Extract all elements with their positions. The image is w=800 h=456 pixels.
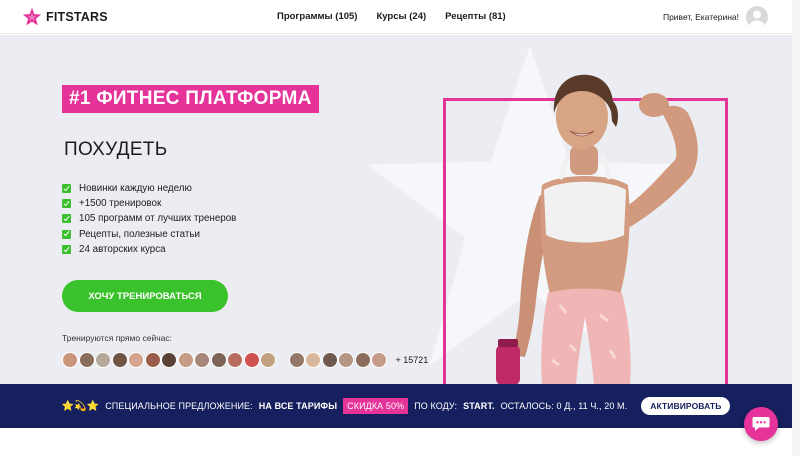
site-header: FITSTARS Программы (105) Курсы (24) Реце… xyxy=(0,0,800,34)
avatar xyxy=(161,352,177,368)
avatar xyxy=(144,352,161,368)
hero-badge: #1 ФИТНЕС ПЛАТФОРМА xyxy=(62,85,319,113)
promo-text-prefix: СПЕЦИАЛЬНОЕ ПРЕДЛОЖЕНИЕ: xyxy=(105,401,253,411)
avatar xyxy=(321,352,338,368)
user-silhouette-icon xyxy=(749,10,765,28)
user-avatar[interactable] xyxy=(746,6,768,28)
chat-bubble-icon xyxy=(752,417,770,431)
avatar xyxy=(177,352,194,368)
check-icon xyxy=(62,199,71,209)
scrollbar[interactable] xyxy=(792,0,800,456)
start-training-button[interactable]: ХОЧУ ТРЕНИРОВАТЬСЯ xyxy=(62,280,228,312)
nav-courses[interactable]: Курсы (24) xyxy=(376,11,426,22)
nav-programs[interactable]: Программы (105) xyxy=(277,11,357,22)
avatar-group xyxy=(288,352,388,368)
star-logo-icon xyxy=(22,7,42,26)
nav-recipes[interactable]: Рецепты (81) xyxy=(445,11,506,22)
check-icon xyxy=(62,244,71,254)
check-icon xyxy=(62,184,71,194)
logo-text: FITSTARS xyxy=(46,10,108,24)
avatar xyxy=(194,352,210,368)
avatar xyxy=(210,352,227,368)
promo-banner: ⭐💫⭐ СПЕЦИАЛЬНОЕ ПРЕДЛОЖЕНИЕ: НА ВСЕ ТАРИ… xyxy=(0,384,792,428)
promo-code: START. xyxy=(463,401,495,411)
feature-item: +1500 тренировок xyxy=(62,196,236,211)
hero-section: #1 ФИТНЕС ПЛАТФОРМА ПОХУДЕТЬ Новинки каж… xyxy=(0,35,792,384)
avatar xyxy=(305,352,321,368)
activate-button[interactable]: АКТИВИРОВАТЬ xyxy=(641,397,731,415)
avatar xyxy=(128,352,144,368)
avatar xyxy=(111,352,128,368)
feature-text: +1500 тренировок xyxy=(79,198,162,210)
feature-item: Новинки каждую неделю xyxy=(62,181,236,196)
avatar xyxy=(95,352,111,368)
feature-text: 24 авторских курса xyxy=(79,243,166,255)
avatar xyxy=(288,352,305,368)
avatar xyxy=(260,352,276,368)
training-now-label: Тренируются прямо сейчас: xyxy=(62,333,172,343)
user-greeting[interactable]: Привет, Екатерина! xyxy=(663,12,739,22)
feature-text: Новинки каждую неделю xyxy=(79,183,192,195)
fitness-model-image xyxy=(496,74,698,384)
main-nav: Программы (105) Курсы (24) Рецепты (81) xyxy=(277,11,506,22)
feature-item: 24 авторских курса xyxy=(62,242,236,257)
check-icon xyxy=(62,229,71,239)
chat-button[interactable] xyxy=(744,407,778,441)
logo[interactable]: FITSTARS xyxy=(22,7,108,27)
promo-code-prefix: ПО КОДУ: xyxy=(414,401,458,411)
avatar xyxy=(338,352,354,368)
feature-item: Рецепты, полезные статьи xyxy=(62,227,236,242)
feature-item: 105 программ от лучших тренеров xyxy=(62,211,236,226)
feature-list: Новинки каждую неделю +1500 тренировок 1… xyxy=(62,181,236,257)
avatar xyxy=(78,352,95,368)
discount-badge: СКИДКА 50% xyxy=(343,398,409,414)
check-icon xyxy=(62,214,71,224)
avatar xyxy=(62,352,78,368)
promo-text-bold: НА ВСЕ ТАРИФЫ xyxy=(258,401,338,411)
avatar xyxy=(371,352,387,368)
hero-subtitle: ПОХУДЕТЬ xyxy=(64,139,168,160)
avatar xyxy=(354,352,371,368)
feature-text: Рецепты, полезные статьи xyxy=(79,228,200,240)
feature-text: 105 программ от лучших тренеров xyxy=(79,213,237,225)
avatar xyxy=(243,352,260,368)
promo-countdown: ОСТАЛОСЬ: 0 Д., 11 Ч., 20 М. xyxy=(500,401,628,411)
page: FITSTARS Программы (105) Курсы (24) Реце… xyxy=(0,0,800,456)
stars-icon: ⭐💫⭐ xyxy=(61,400,100,412)
avatar xyxy=(227,352,243,368)
active-users-avatars: + 15721 xyxy=(62,349,428,371)
active-users-count: + 15721 xyxy=(395,355,429,365)
